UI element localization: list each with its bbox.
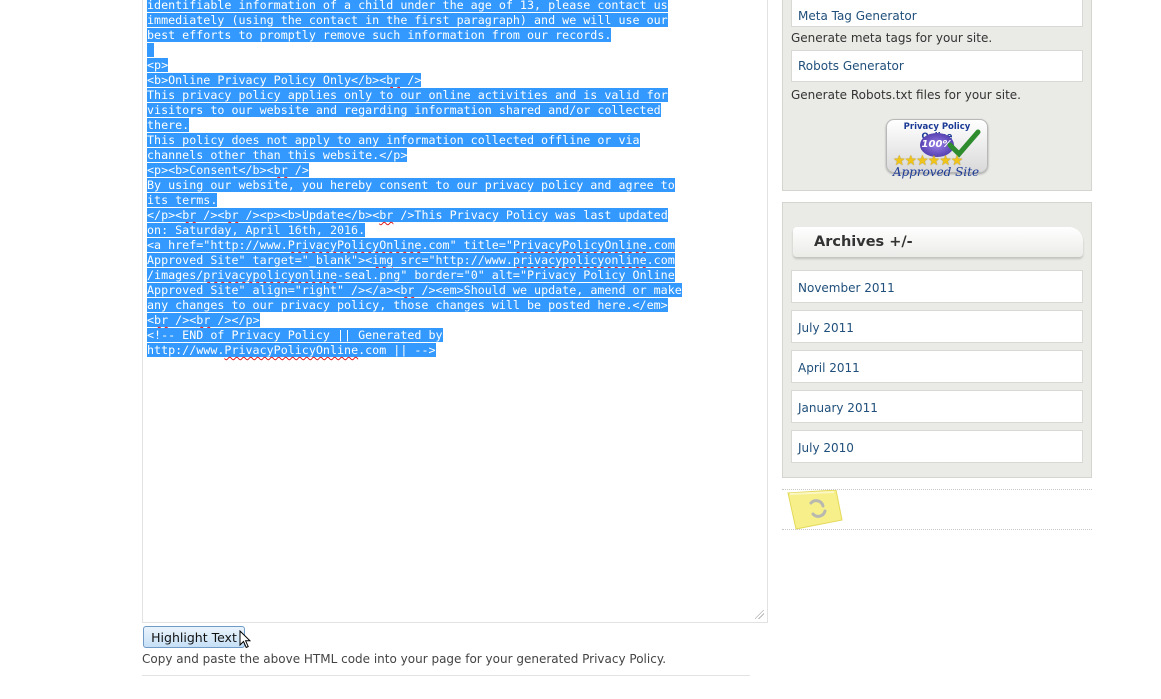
code-line: Approved Site" align="right" /></a><br /… [147,283,759,298]
archives-title[interactable]: Archives +/- [793,227,1083,257]
code-line: <a href="http://www.PrivacyPolicyOnline.… [147,238,759,253]
selected-code-text: visitors to our website and regarding in… [147,103,661,117]
selected-code-text: identifiable information of a child unde… [147,0,668,12]
selected-code-text [147,43,155,57]
code-line [147,43,759,58]
tools-widget: Meta Tag Generator Generate meta tags fo… [782,0,1092,191]
selected-code-text: This privacy policy applies only to our … [147,88,668,102]
selected-code-text: channels other than this website.</p> [147,148,408,162]
selected-code-text: any changes to our privacy policy, those… [147,298,668,312]
archive-link-april-2011[interactable]: April 2011 [791,350,1083,383]
selected-code-text: <p><b>Consent</b><br /> [147,163,309,177]
selected-code-text: best efforts to promptly remove such inf… [147,28,612,42]
archives-widget: Archives +/- November 2011 July 2011 Apr… [782,202,1092,478]
code-line: best efforts to promptly remove such inf… [147,28,759,43]
selected-code-text: immediately (using the contact in the fi… [147,13,668,27]
selected-code-text: on: Saturday, April 16th, 2016. [147,223,366,237]
code-line: <p> [147,58,759,73]
code-line: its terms. [147,193,759,208]
selected-code-text: <br /><br /></p> [147,313,260,327]
code-line: <p><b>Consent</b><br /> [147,163,759,178]
archive-link-november-2011[interactable]: November 2011 [791,270,1083,303]
code-line: on: Saturday, April 16th, 2016. [147,223,759,238]
selected-code-text: <p> [147,58,169,72]
code-line: This privacy policy applies only to our … [147,88,759,103]
divider [782,529,1092,530]
resize-grip-icon[interactable] [755,610,764,619]
code-line: <b>Online Privacy Policy Only</b><br /> [147,73,759,88]
code-line: visitors to our website and regarding in… [147,103,759,118]
code-line: By using our website, you hereby consent… [147,178,759,193]
selected-code-text: Approved Site" target="_blank"><img src=… [147,253,675,267]
archive-link-january-2011[interactable]: January 2011 [791,390,1083,423]
selected-code-text: there. [147,118,190,132]
selected-code-text: </p><br /><br /><p><b>Update</b><br />Th… [147,208,668,222]
code-line: <br /><br /></p> [147,313,759,328]
selected-code-text: <!-- END of Privacy Policy || Generated … [147,328,443,342]
selected-code-text: By using our website, you hereby consent… [147,178,675,192]
code-line: This policy does not apply to any inform… [147,133,759,148]
robots-description: Generate Robots.txt files for your site. [791,88,1021,102]
selected-code-text: <b>Online Privacy Policy Only</b><br /> [147,73,422,87]
policy-code-text: identifiable information of a child unde… [147,0,759,358]
code-line: <!-- END of Privacy Policy || Generated … [147,328,759,343]
code-line: http://www.PrivacyPolicyOnline.com || --… [147,343,759,358]
selected-code-text: /images/privacypolicyonline-seal.png" bo… [147,268,675,282]
selected-code-text: This policy does not apply to any inform… [147,133,640,147]
code-line: /images/privacypolicyonline-seal.png" bo… [147,268,759,283]
approved-site-seal[interactable]: Privacy Policy Online 100% ★★★★★★ Approv… [883,118,993,182]
code-line: there. [147,118,759,133]
policy-code-textarea[interactable]: identifiable information of a child unde… [142,0,768,623]
code-line: </p><br /><br /><p><b>Update</b><br />Th… [147,208,759,223]
seal-bottom-text: Approved Site [892,165,980,179]
archive-link-july-2010[interactable]: July 2010 [791,430,1083,463]
code-line: any changes to our privacy policy, those… [147,298,759,313]
highlight-text-button[interactable]: Highlight Text [143,626,245,648]
code-line: identifiable information of a child unde… [147,0,759,13]
code-line: immediately (using the contact in the fi… [147,13,759,28]
selected-code-text: <a href="http://www.PrivacyPolicyOnline.… [147,238,675,252]
meta-tag-description: Generate meta tags for your site. [791,31,993,45]
mouse-pointer-icon [239,630,251,649]
refresh-spinner-icon[interactable] [786,490,846,530]
code-line: Approved Site" target="_blank"><img src=… [147,253,759,268]
robots-generator-link[interactable]: Robots Generator [791,50,1083,82]
selected-code-text: its terms. [147,193,218,207]
archive-link-july-2011[interactable]: July 2011 [791,310,1083,343]
selected-code-text: Approved Site" align="right" /></a><br /… [147,283,682,297]
code-line: channels other than this website.</p> [147,148,759,163]
meta-tag-generator-link[interactable]: Meta Tag Generator [791,0,1083,27]
selected-code-text: http://www.PrivacyPolicyOnline.com || --… [147,343,436,357]
help-text: Copy and paste the above HTML code into … [142,652,667,666]
divider [142,675,750,676]
